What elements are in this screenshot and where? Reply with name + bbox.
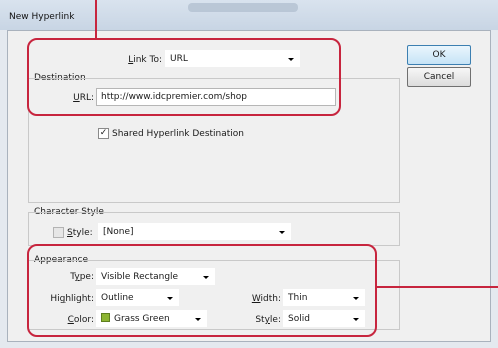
character-style-label: Style:: [67, 228, 93, 238]
callout-line-right: [377, 286, 498, 288]
title-bar[interactable]: New Hyperlink: [0, 0, 498, 30]
callout-line-top: [95, 0, 97, 38]
cancel-button[interactable]: Cancel: [407, 67, 471, 87]
character-style-value: [None]: [103, 227, 134, 237]
callout-box-link: [27, 38, 341, 116]
character-style-label-text: tyle:: [72, 228, 93, 238]
character-style-dropdown[interactable]: [None]: [98, 223, 291, 240]
character-style-checkbox[interactable]: [53, 227, 64, 238]
shared-destination-checkbox[interactable]: ✓: [98, 128, 109, 139]
title-bar-background-blur: [188, 3, 298, 12]
dialog-title: New Hyperlink: [9, 12, 75, 22]
chevron-down-icon: [279, 231, 285, 234]
ok-button[interactable]: OK: [407, 45, 471, 65]
callout-box-appearance: [27, 244, 377, 337]
shared-destination-label: Shared Hyperlink Destination: [112, 129, 245, 139]
dialog-window: New Hyperlink OK Cancel Link To: URL Des…: [0, 0, 498, 348]
